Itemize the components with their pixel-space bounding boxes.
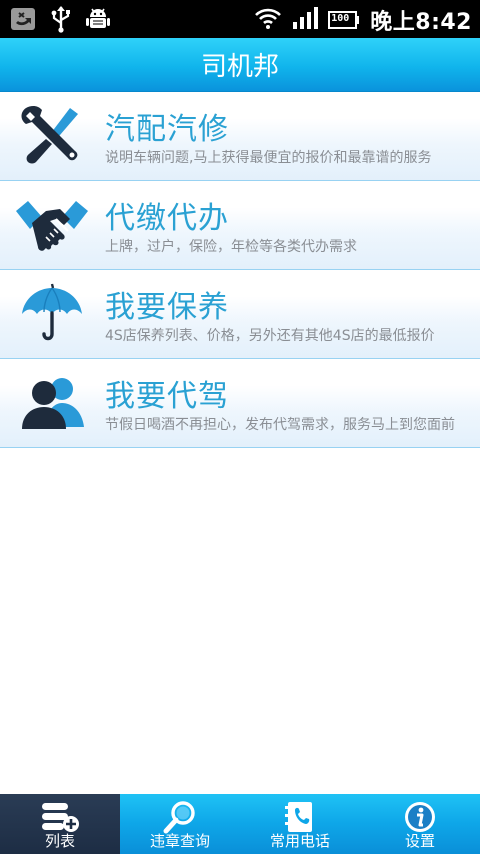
app-header: 司机邦 xyxy=(0,38,480,92)
battery-level-label: 100 xyxy=(331,13,350,24)
tab-label: 设置 xyxy=(404,832,435,850)
tab-common-phones[interactable]: 常用电话 xyxy=(240,794,360,854)
service-list: 汽配汽修 说明车辆问题,马上获得最便宜的报价和最靠谱的服务 代缴代办 上牌，过户… xyxy=(0,92,480,448)
missed-call-icon xyxy=(10,7,36,35)
tools-icon xyxy=(16,104,88,168)
handshake-icon xyxy=(16,193,88,257)
signal-icon xyxy=(292,6,319,34)
tab-label: 列表 xyxy=(44,832,75,850)
list-item-agency-services[interactable]: 代缴代办 上牌，过户，保险，年检等各类代办需求 xyxy=(0,181,480,270)
item-description: 节假日喝酒不再担心，发布代驾需求，服务马上到您面前 xyxy=(105,417,455,433)
item-description: 上牌，过户，保险，年检等各类代办需求 xyxy=(105,239,357,255)
tab-list[interactable]: 列表 xyxy=(0,794,120,854)
battery-icon: 100 xyxy=(328,9,360,31)
tab-violation-query[interactable]: 违章查询 xyxy=(120,794,240,854)
tab-label: 违章查询 xyxy=(149,832,210,850)
list-item-parts-repair[interactable]: 汽配汽修 说明车辆问题,马上获得最便宜的报价和最靠谱的服务 xyxy=(0,92,480,181)
tab-label: 常用电话 xyxy=(269,832,330,850)
users-icon xyxy=(16,371,88,435)
item-description: 说明车辆问题,马上获得最便宜的报价和最靠谱的服务 xyxy=(105,150,432,166)
status-bar: 100 晚上8:42 xyxy=(0,0,480,38)
clock: 晚上8:42 xyxy=(370,10,472,35)
wifi-icon xyxy=(254,6,282,34)
android-debug-icon xyxy=(86,6,110,36)
tab-settings[interactable]: 设置 xyxy=(360,794,480,854)
item-title: 代缴代办 xyxy=(105,201,229,236)
page-title: 司机邦 xyxy=(200,52,279,82)
bottom-tab-bar: 列表 违章查询 常用电话 设置 xyxy=(0,794,480,854)
umbrella-icon xyxy=(16,282,88,346)
usb-icon xyxy=(50,5,72,37)
list-item-maintenance[interactable]: 我要保养 4S店保养列表、价格，另外还有其他4S店的最低报价 xyxy=(0,270,480,359)
list-item-designated-driver[interactable]: 我要代驾 节假日喝酒不再担心，发布代驾需求，服务马上到您面前 xyxy=(0,359,480,448)
item-title: 汽配汽修 xyxy=(105,112,229,147)
item-description: 4S店保养列表、价格，另外还有其他4S店的最低报价 xyxy=(105,328,435,344)
item-title: 我要代驾 xyxy=(105,379,229,414)
item-title: 我要保养 xyxy=(105,290,229,325)
